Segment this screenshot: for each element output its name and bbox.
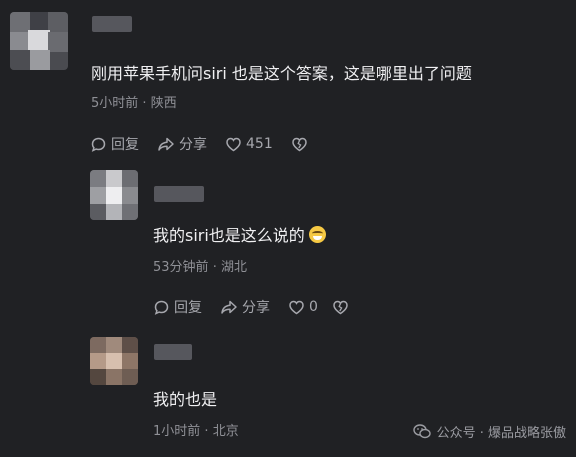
wechat-icon [412, 424, 431, 439]
reply-button[interactable]: 回复 [153, 297, 202, 317]
like-button[interactable]: 451 [225, 136, 273, 153]
meta-separator: · [142, 96, 147, 111]
comment-time: 1小时前 [153, 424, 201, 439]
comment-meta: 53分钟前 · 湖北 [153, 256, 247, 275]
comment-location: 北京 [212, 424, 239, 439]
meta-separator: · [204, 424, 209, 439]
comment-meta: 5小时前 · 陕西 [91, 92, 177, 111]
share-button[interactable]: 分享 [157, 134, 207, 154]
broken-heart-icon [291, 137, 307, 151]
comment-actions: 回复 分享 0 [153, 297, 371, 317]
comment-time: 53分钟前 [153, 260, 209, 275]
reply-label: 回复 [174, 300, 202, 316]
avatar[interactable] [90, 337, 138, 385]
username-blurred[interactable] [154, 344, 192, 360]
comment-text-content: 我的siri也是这么说的 [153, 226, 305, 245]
reply-button[interactable]: 回复 [90, 134, 139, 154]
grinning-sweat-emoji [308, 226, 326, 243]
avatar[interactable] [10, 12, 68, 70]
share-label: 分享 [179, 137, 207, 153]
reply-bubble-icon [91, 137, 106, 152]
comment-actions: 回复 分享 451 [90, 134, 330, 154]
comment-location: 陕西 [150, 96, 177, 111]
username-blurred[interactable] [92, 16, 132, 32]
comment-text: 我的siri也是这么说的 [153, 222, 326, 246]
like-count: 451 [246, 136, 273, 152]
share-label: 分享 [242, 300, 270, 316]
avatar[interactable] [90, 170, 138, 220]
dislike-button[interactable] [291, 136, 312, 153]
reply-label: 回复 [111, 137, 139, 153]
broken-heart-icon [333, 300, 348, 314]
like-count: 0 [309, 299, 318, 315]
reply-bubble-icon [154, 300, 169, 315]
username-blurred[interactable] [154, 186, 204, 202]
comment-meta: 1小时前 · 北京 [153, 420, 239, 439]
heart-icon [226, 137, 241, 151]
heart-icon [289, 300, 304, 314]
share-arrow-icon [221, 300, 237, 314]
like-button[interactable]: 0 [288, 299, 318, 316]
share-arrow-icon [158, 137, 174, 151]
comment-time: 5小时前 [91, 96, 139, 111]
comment-text: 我的也是 [153, 390, 218, 409]
share-button[interactable]: 分享 [220, 297, 270, 317]
meta-separator: · [212, 260, 217, 275]
dislike-button[interactable] [332, 299, 353, 316]
comment-text: 刚用苹果手机问siri 也是这个答案，这是哪里出了问题 [91, 64, 472, 83]
watermark-text: 公众号 · 爆品战略张傲 [436, 426, 566, 441]
watermark: 公众号 · 爆品战略张傲 [412, 422, 566, 441]
comment-location: 湖北 [220, 260, 247, 275]
